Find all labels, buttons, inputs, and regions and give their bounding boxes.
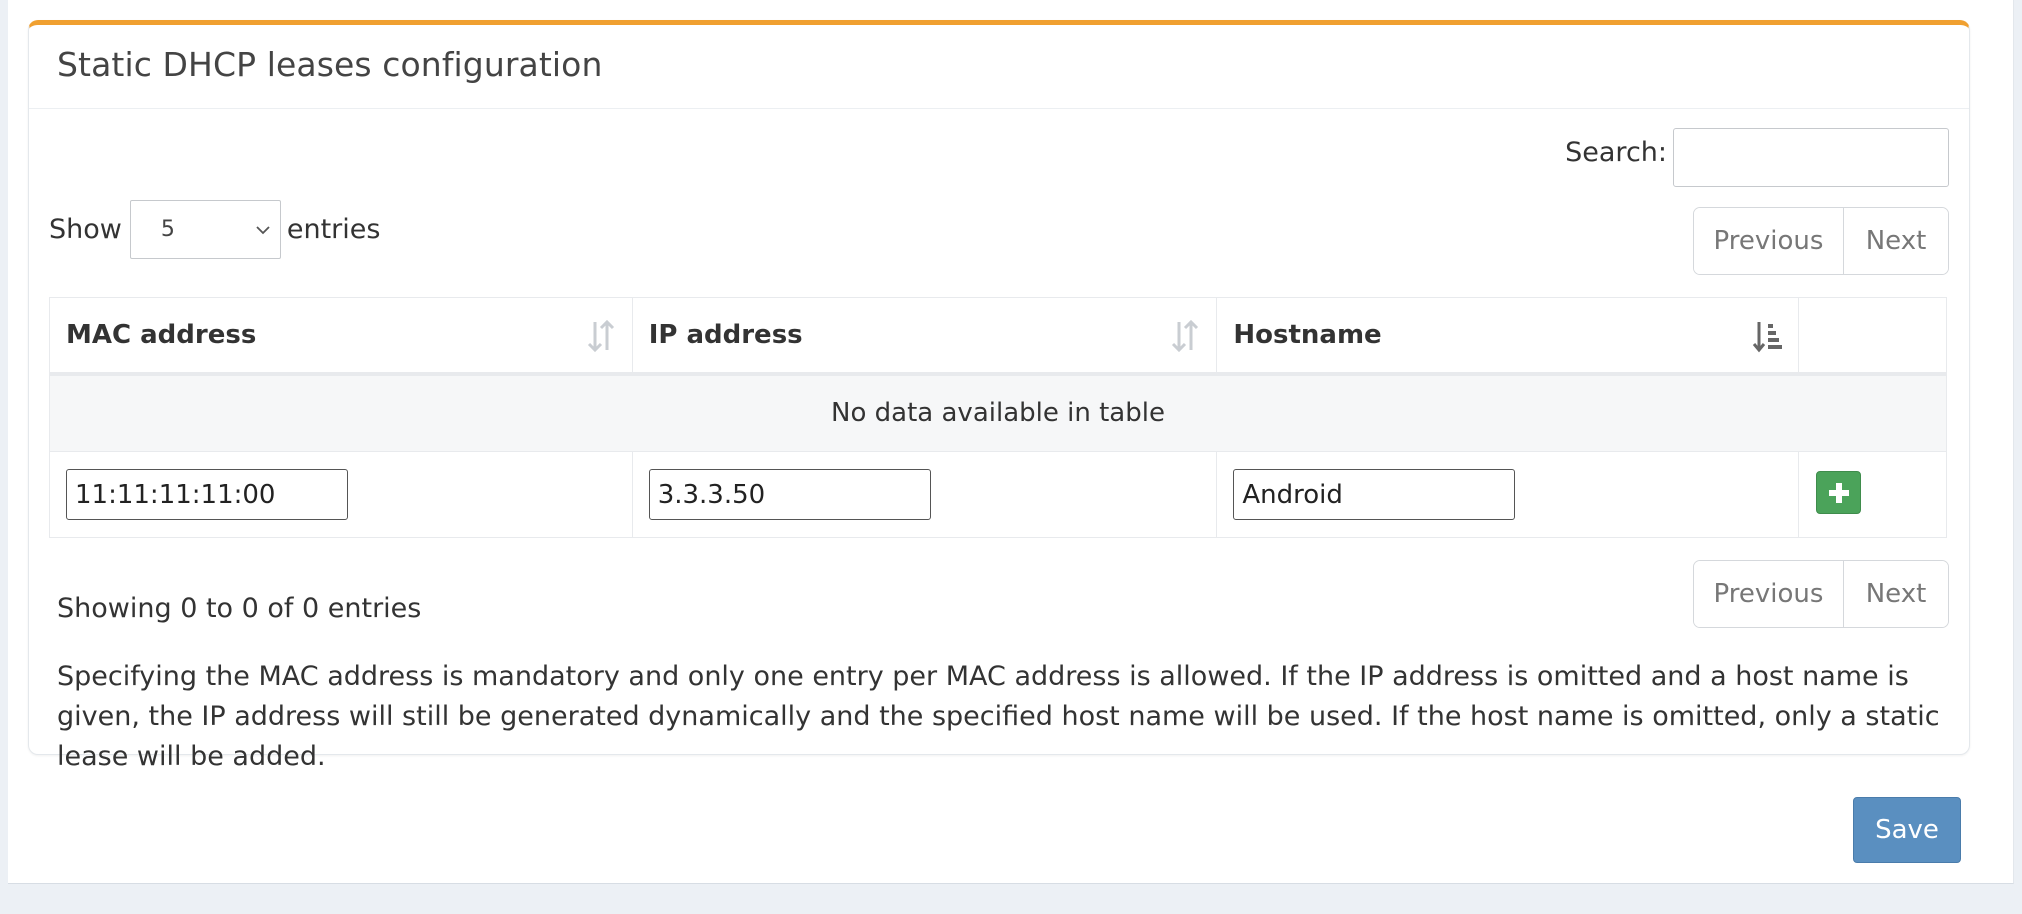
new-action-cell <box>1798 451 1947 538</box>
help-text: Specifying the MAC address is mandatory … <box>57 661 1940 772</box>
column-header-hostname[interactable]: Hostname <box>1216 297 1800 376</box>
pagination-top: Previous Next <box>1693 207 1949 275</box>
hostname-input[interactable]: Android <box>1233 469 1516 520</box>
search-input[interactable] <box>1673 128 1949 187</box>
entries-label: entries <box>286 214 381 245</box>
new-ip-cell: 3.3.3.50 <box>631 451 1218 538</box>
column-header-label: MAC address <box>66 319 257 350</box>
chevron-down-icon <box>256 225 270 234</box>
column-header-actions <box>1798 297 1947 376</box>
entries-length-control: Show 5 entries <box>49 200 380 259</box>
add-lease-button[interactable] <box>1816 471 1862 514</box>
next-page-button[interactable]: Next <box>1844 208 1948 274</box>
entries-per-page-value: 5 <box>160 217 175 242</box>
show-label: Show <box>49 214 122 245</box>
sort-both-icon <box>1172 319 1199 353</box>
next-page-button[interactable]: Next <box>1844 561 1948 627</box>
new-hostname-cell: Android <box>1216 451 1800 538</box>
column-header-label: IP address <box>648 319 803 350</box>
column-header-mac[interactable]: MAC address <box>49 297 633 376</box>
save-button[interactable]: Save <box>1853 797 1961 863</box>
column-header-label: Hostname <box>1233 319 1382 350</box>
new-mac-cell: 11:11:11:11:00 <box>49 451 633 538</box>
entries-per-page-select[interactable]: 5 <box>129 200 281 259</box>
sort-both-icon <box>587 319 614 353</box>
empty-table-message: No data available in table <box>49 373 1947 452</box>
ip-address-input[interactable]: 3.3.3.50 <box>648 469 931 520</box>
pagination-bottom: Previous Next <box>1693 560 1949 628</box>
panel-header: Static DHCP leases configuration <box>29 25 1969 109</box>
dhcp-leases-panel: Static DHCP leases configuration Search:… <box>28 20 1970 772</box>
plus-icon <box>1828 482 1849 503</box>
page-container: Static DHCP leases configuration Search:… <box>8 0 2014 884</box>
new-lease-row: 11:11:11:11:00 3.3.3.50 Android <box>49 451 1947 538</box>
search-label: Search: <box>1565 137 1667 168</box>
previous-page-button[interactable]: Previous <box>1694 208 1844 274</box>
column-header-ip[interactable]: IP address <box>631 297 1218 376</box>
previous-page-button[interactable]: Previous <box>1694 561 1844 627</box>
panel-title: Static DHCP leases configuration <box>57 45 603 84</box>
sort-ascending-icon <box>1752 322 1783 353</box>
table-info: Showing 0 to 0 of 0 entries <box>57 593 422 624</box>
leases-table: MAC address IP address Hostname No data … <box>49 297 1947 538</box>
mac-address-input[interactable]: 11:11:11:11:00 <box>66 469 348 520</box>
